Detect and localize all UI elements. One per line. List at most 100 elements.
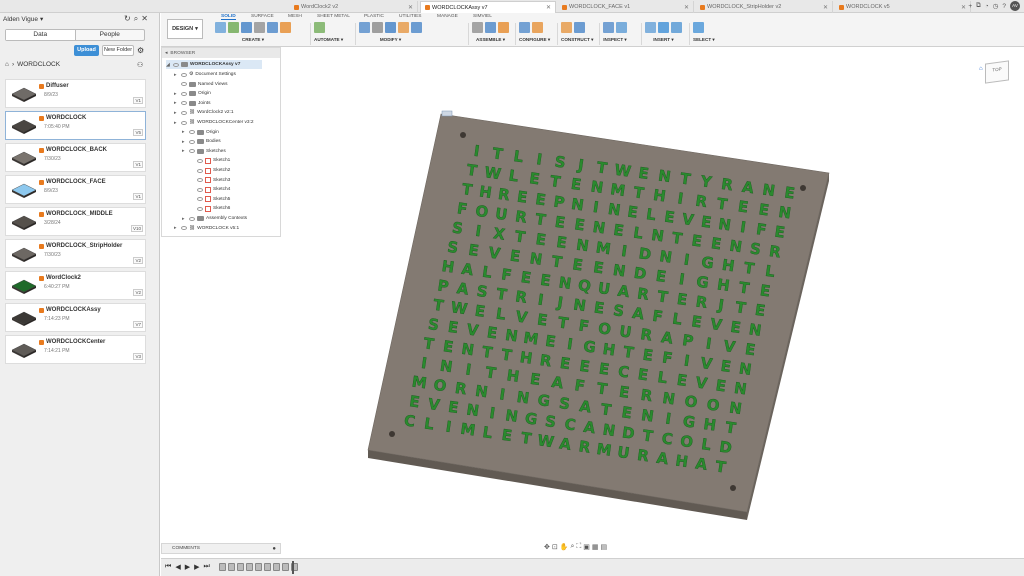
tool-icon[interactable] bbox=[314, 22, 325, 33]
collaborators-icon[interactable]: ⚇ bbox=[137, 61, 143, 69]
toolbar-group-label[interactable]: SELECT ▾ bbox=[693, 37, 715, 43]
tool-icon[interactable] bbox=[603, 22, 614, 33]
expand-arrow-icon[interactable]: ▸ bbox=[174, 110, 179, 116]
version-badge[interactable]: V1 bbox=[133, 161, 143, 168]
browser-item[interactable]: Sketch6 bbox=[190, 204, 230, 213]
browser-item[interactable]: ▸ ⛓ WordClock2 v2:1 bbox=[174, 108, 234, 117]
close-tab-icon[interactable]: ✕ bbox=[408, 4, 413, 11]
toolbar-tab[interactable]: SOLID bbox=[221, 14, 236, 20]
canvas-viewport[interactable]: ITLISJTWENTYRANETWLETENMTHIRTEENTHREEPNI… bbox=[281, 47, 1024, 543]
feature-icon[interactable] bbox=[219, 563, 226, 571]
toolbar-tab[interactable]: SIMVIEL bbox=[473, 14, 492, 19]
toolbar-tab[interactable]: SHEET METAL bbox=[317, 14, 350, 19]
tool-icon[interactable] bbox=[485, 22, 496, 33]
tool-icon[interactable] bbox=[280, 22, 291, 33]
collapse-icon[interactable]: ◂ bbox=[165, 51, 167, 56]
visibility-icon[interactable] bbox=[181, 110, 187, 115]
tool-icon[interactable] bbox=[658, 22, 669, 33]
expand-arrow-icon[interactable]: ▸ bbox=[182, 139, 187, 145]
visibility-icon[interactable] bbox=[197, 197, 203, 202]
tool-icon[interactable] bbox=[228, 22, 239, 33]
upload-button[interactable]: Upload bbox=[74, 45, 99, 56]
visibility-icon[interactable] bbox=[197, 168, 203, 173]
toolbar-group-label[interactable]: CREATE ▾ bbox=[215, 37, 291, 43]
add-tab-icon[interactable]: + bbox=[968, 3, 972, 10]
browser-item[interactable]: ▸ Joints bbox=[174, 99, 211, 108]
browser-item[interactable]: Sketch5 bbox=[190, 195, 230, 204]
feature-icon[interactable] bbox=[255, 563, 262, 571]
visibility-icon[interactable] bbox=[189, 149, 195, 154]
tool-icon[interactable] bbox=[472, 22, 483, 33]
toolbar-tab[interactable]: MESH bbox=[288, 14, 302, 19]
expand-arrow-icon[interactable]: ▸ bbox=[174, 72, 179, 78]
version-badge[interactable]: V2 bbox=[133, 257, 143, 264]
visibility-icon[interactable] bbox=[197, 206, 203, 211]
version-badge[interactable]: V2 bbox=[133, 289, 143, 296]
version-badge[interactable]: V1 bbox=[133, 97, 143, 104]
file-card[interactable]: WORDCLOCK 7:05:40 PM V5 bbox=[5, 111, 146, 140]
version-badge[interactable]: V10 bbox=[130, 225, 143, 232]
toolbar-tab[interactable]: PLASTIC bbox=[364, 14, 384, 19]
go-to-start-icon[interactable]: ⏮ bbox=[165, 563, 171, 571]
version-badge[interactable]: V7 bbox=[133, 321, 143, 328]
extensions-icon[interactable]: ⧉ bbox=[976, 2, 981, 10]
tool-icon[interactable] bbox=[693, 22, 704, 33]
doc-tab[interactable]: WordClock2 v2 ✕ bbox=[290, 1, 418, 13]
browser-item[interactable]: ▸ Bodies bbox=[182, 137, 221, 146]
visibility-icon[interactable] bbox=[181, 72, 187, 77]
file-card[interactable]: Diffuser 8/9/23 V1 bbox=[5, 79, 146, 108]
browser-item[interactable]: ▸ ⛓ WORDCLOCKCenter v3:2 bbox=[174, 118, 254, 127]
tool-icon[interactable] bbox=[385, 22, 396, 33]
gear-icon[interactable]: ⚙ bbox=[137, 46, 144, 55]
step-forward-icon[interactable]: ▶ bbox=[194, 563, 199, 571]
pan-icon[interactable]: ✋ bbox=[560, 543, 569, 551]
expand-arrow-icon[interactable]: ▸ bbox=[174, 120, 179, 126]
tool-icon[interactable] bbox=[561, 22, 572, 33]
tab-people[interactable]: People bbox=[76, 30, 145, 40]
visibility-icon[interactable] bbox=[197, 178, 203, 183]
toolbar-tab[interactable]: MANAGE bbox=[437, 14, 458, 19]
close-tab-icon[interactable]: ✕ bbox=[823, 4, 828, 11]
home-view-icon[interactable]: ⌂ bbox=[979, 66, 983, 72]
doc-tab[interactable]: WORDCLOCK_FACE v1 ✕ bbox=[558, 1, 694, 13]
file-card[interactable]: WORDCLOCK_MIDDLE 3/28/24 V10 bbox=[5, 207, 146, 236]
tool-icon[interactable] bbox=[532, 22, 543, 33]
feature-icon[interactable] bbox=[264, 563, 271, 571]
tool-icon[interactable] bbox=[645, 22, 656, 33]
expand-arrow-icon[interactable]: ▸ bbox=[182, 216, 187, 222]
tool-icon[interactable] bbox=[411, 22, 422, 33]
close-tab-icon[interactable]: ✕ bbox=[961, 4, 966, 11]
notifications-icon[interactable]: ◷ bbox=[993, 2, 999, 10]
toolbar-tab[interactable]: SURFACE bbox=[251, 14, 274, 19]
file-card[interactable]: WORDCLOCKAssy 7:14:23 PM V7 bbox=[5, 303, 146, 332]
tool-icon[interactable] bbox=[241, 22, 252, 33]
model-view[interactable]: I T L I S J T W E N T Y R A N ET W L E T E N M T H I R T E E NT H R E E P N I… bbox=[281, 47, 1024, 543]
visibility-icon[interactable] bbox=[189, 216, 195, 221]
toolbar-group-label[interactable]: AUTOMATE ▾ bbox=[314, 37, 343, 43]
browser-item[interactable]: Sketch3 bbox=[190, 176, 230, 185]
viewports-icon[interactable]: ▤ bbox=[601, 543, 608, 551]
browser-item[interactable]: ▸ Sketches bbox=[182, 147, 226, 156]
expand-arrow-icon[interactable]: ▸ bbox=[174, 225, 179, 231]
job-status-icon[interactable]: ◔ bbox=[985, 3, 989, 10]
toolbar-group-label[interactable]: MODIFY ▾ bbox=[359, 37, 422, 43]
file-card[interactable]: WORDCLOCK_StripHolder 7/30/23 V2 bbox=[5, 239, 146, 268]
browser-item[interactable]: ▸ Origin bbox=[174, 89, 211, 98]
visibility-icon[interactable] bbox=[181, 120, 187, 125]
doc-tab[interactable]: WORDCLOCKAssy v7 ✕ bbox=[420, 1, 556, 13]
browser-item[interactable]: ▸ ⛓ WORDCLOCK v5:1 bbox=[174, 224, 239, 233]
feature-icon[interactable] bbox=[246, 563, 253, 571]
display-settings-icon[interactable]: ▣ bbox=[583, 543, 590, 551]
tool-icon[interactable] bbox=[398, 22, 409, 33]
timeline-marker[interactable] bbox=[292, 561, 294, 574]
visibility-icon[interactable] bbox=[181, 226, 187, 231]
help-icon[interactable]: ? bbox=[1002, 3, 1006, 10]
tool-icon[interactable] bbox=[215, 22, 226, 33]
grid-settings-icon[interactable]: ▦ bbox=[592, 543, 599, 551]
timeline-features[interactable] bbox=[219, 563, 298, 571]
look-at-icon[interactable]: ⊡ bbox=[552, 543, 558, 551]
tool-icon[interactable] bbox=[616, 22, 627, 33]
browser-item[interactable]: Named Views bbox=[174, 80, 228, 89]
user-menu[interactable]: Alden Vigue ▾ bbox=[3, 15, 43, 24]
file-card[interactable]: WORDCLOCK_FACE 8/9/23 V1 bbox=[5, 175, 146, 204]
